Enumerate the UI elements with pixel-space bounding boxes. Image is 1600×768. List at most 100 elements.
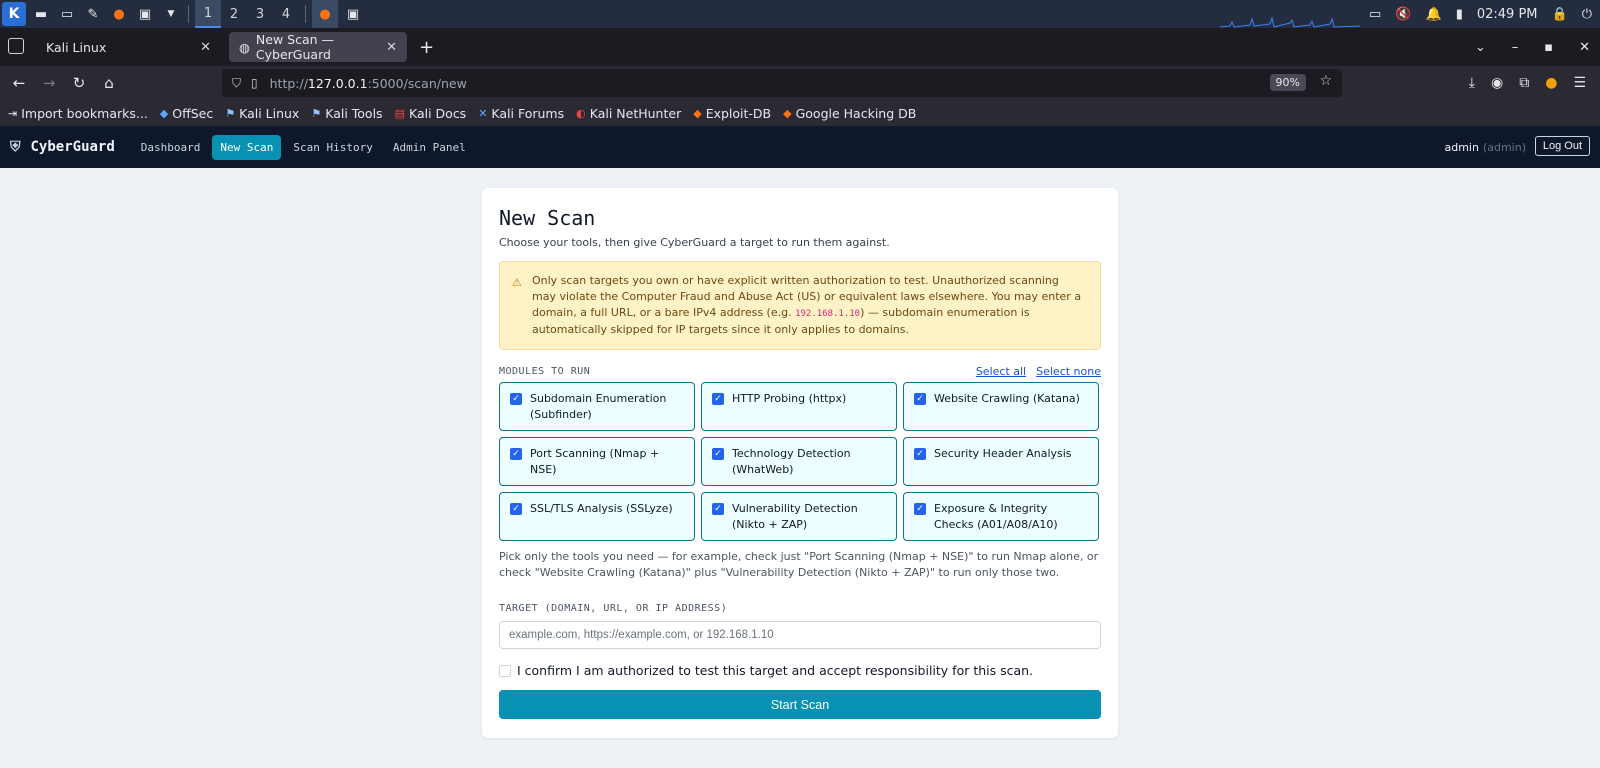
mute-icon[interactable]: 🔇 xyxy=(1395,7,1411,22)
module-option[interactable]: ✓ Port Scanning (Nmap + NSE) xyxy=(499,437,695,486)
warning-icon: ⚠ xyxy=(512,276,522,289)
bookmark-item[interactable]: ◐ Kali NetHunter xyxy=(576,106,681,121)
checkbox-checked-icon[interactable]: ✓ xyxy=(914,448,926,460)
target-input[interactable]: example.com, https://example.com, or 192… xyxy=(499,621,1101,649)
checkbox-checked-icon[interactable]: ✓ xyxy=(914,393,926,405)
module-option[interactable]: ✓ Security Header Analysis xyxy=(903,437,1099,486)
menu-icon[interactable]: ☰ xyxy=(1573,75,1586,91)
module-option[interactable]: ✓ Vulnerability Detection (Nikto + ZAP) xyxy=(701,492,897,541)
panel-separator xyxy=(188,5,189,23)
close-icon[interactable]: ✕ xyxy=(200,40,211,55)
url-prefix: http:// xyxy=(269,75,308,91)
confirm-label: I confirm I am authorized to test this t… xyxy=(517,663,1034,678)
chevron-down-icon[interactable]: ▼ xyxy=(160,4,182,24)
bookmark-item[interactable]: ⇥ Import bookmarks... xyxy=(8,106,148,121)
chevron-down-icon[interactable]: ⌄ xyxy=(1475,40,1486,55)
checkbox-checked-icon[interactable]: ✓ xyxy=(510,448,522,460)
kali-menu-icon[interactable]: K xyxy=(2,2,26,26)
bookmark-item[interactable]: ⚑ Kali Tools xyxy=(311,106,382,121)
page-subtitle: Choose your tools, then give CyberGuard … xyxy=(499,236,890,249)
module-option[interactable]: ✓ Technology Detection (WhatWeb) xyxy=(701,437,897,486)
forums-icon: ✕ xyxy=(478,106,488,120)
minimize-icon[interactable]: – xyxy=(1512,40,1519,55)
back-icon[interactable]: ← xyxy=(4,74,34,92)
terminal-launcher-icon[interactable]: ▣ xyxy=(134,4,156,24)
checkbox-checked-icon[interactable]: ✓ xyxy=(712,393,724,405)
extensions-icon[interactable]: ⧉ xyxy=(1519,75,1529,91)
user-role: (admin) xyxy=(1482,140,1526,154)
tab-new-scan[interactable]: ◍ New Scan — CyberGuard ✕ xyxy=(229,32,407,62)
close-icon[interactable]: ✕ xyxy=(386,40,397,55)
confirm-checkbox[interactable] xyxy=(499,664,511,677)
bookmark-item[interactable]: ⚑ Kali Linux xyxy=(225,106,299,121)
maximize-icon[interactable]: ▪ xyxy=(1544,40,1553,55)
zoom-level[interactable]: 90% xyxy=(1269,74,1306,91)
modules-hint: Pick only the tools you need — for examp… xyxy=(499,550,1099,579)
shield-icon: ⛨ xyxy=(10,139,21,155)
tab-list-icon[interactable] xyxy=(8,38,24,54)
battery-icon[interactable]: ▮ xyxy=(1456,7,1463,22)
authorization-confirm[interactable]: I confirm I am authorized to test this t… xyxy=(499,663,1101,678)
download-icon[interactable]: ⤓ xyxy=(1469,75,1475,91)
module-option[interactable]: ✓ Website Crawling (Katana) xyxy=(903,382,1099,431)
bookmark-item[interactable]: ◆ OffSec xyxy=(160,106,213,121)
new-tab-icon[interactable]: + xyxy=(419,37,434,58)
module-option[interactable]: ✓ HTTP Probing (httpx) xyxy=(701,382,897,431)
tab-kali-linux[interactable]: Kali Linux ✕ xyxy=(36,32,221,62)
start-scan-button[interactable]: Start Scan xyxy=(499,690,1101,719)
firefox-view-icon[interactable]: ● xyxy=(1545,75,1557,91)
nav-scan-history[interactable]: Scan History xyxy=(285,135,380,160)
reload-icon[interactable]: ↻ xyxy=(64,74,94,92)
module-option[interactable]: ✓ Exposure & Integrity Checks (A01/A08/A1… xyxy=(903,492,1099,541)
checkbox-checked-icon[interactable]: ✓ xyxy=(510,503,522,515)
workspace-4[interactable]: 4 xyxy=(273,0,299,28)
bookmark-star-icon[interactable]: ☆ xyxy=(1319,73,1332,89)
panel-separator xyxy=(305,5,306,23)
notification-bell-icon[interactable]: 🔔 xyxy=(1426,7,1442,22)
url-text: http://127.0.0.1:5000/scan/new xyxy=(270,76,467,91)
nethunter-icon: ◐ xyxy=(576,106,586,120)
workspace-2[interactable]: 2 xyxy=(221,0,247,28)
shield-icon[interactable]: ⛉ xyxy=(232,76,241,91)
bookmark-item[interactable]: ✕ Kali Forums xyxy=(478,106,564,121)
workspace-3[interactable]: 3 xyxy=(247,0,273,28)
text-editor-icon[interactable]: ✎ xyxy=(82,4,104,24)
workspace-1[interactable]: 1 xyxy=(195,0,221,28)
logout-button[interactable]: Log Out xyxy=(1534,136,1590,156)
lock-icon[interactable]: 🔒 xyxy=(1552,7,1568,22)
module-option[interactable]: ✓ Subdomain Enumeration (Subfinder) xyxy=(499,382,695,431)
checkbox-checked-icon[interactable]: ✓ xyxy=(712,503,724,515)
terminal-window-icon[interactable]: ▣ xyxy=(342,4,364,24)
bookmark-item[interactable]: ◆ Google Hacking DB xyxy=(783,106,916,121)
brand[interactable]: ⛨ CyberGuard xyxy=(10,139,115,155)
firefox-window-icon[interactable]: ● xyxy=(312,0,338,28)
bookmark-item[interactable]: ◆ Exploit-DB xyxy=(693,106,771,121)
bookmark-label: OffSec xyxy=(172,105,214,121)
select-none-link[interactable]: Select none xyxy=(1036,365,1101,378)
checkbox-checked-icon[interactable]: ✓ xyxy=(914,503,926,515)
close-window-icon[interactable]: ✕ xyxy=(1579,40,1590,55)
clock[interactable]: 02:49 PM xyxy=(1477,7,1538,22)
select-all-link[interactable]: Select all xyxy=(976,365,1026,378)
offsec-icon: ◆ xyxy=(159,106,169,120)
url-bar[interactable]: ⛉ ▯ http://127.0.0.1:5000/scan/new 90% ☆ xyxy=(222,69,1342,97)
nav-dashboard[interactable]: Dashboard xyxy=(133,135,209,160)
checkbox-checked-icon[interactable]: ✓ xyxy=(510,393,522,405)
home-icon[interactable]: ⌂ xyxy=(94,74,124,92)
account-icon[interactable]: ◉ xyxy=(1491,75,1503,91)
display-icon[interactable]: ▭ xyxy=(1369,7,1381,22)
file-manager-icon[interactable]: ▭ xyxy=(56,4,78,24)
bookmark-item[interactable]: ▤ Kali Docs xyxy=(395,106,467,121)
tab-label: Kali Linux xyxy=(46,39,107,55)
desktop-icon[interactable]: ▬ xyxy=(30,4,52,24)
nav-admin-panel[interactable]: Admin Panel xyxy=(385,135,474,160)
power-icon[interactable]: ⏻ xyxy=(1582,7,1592,22)
firefox-launcher-icon[interactable]: ● xyxy=(108,4,130,24)
module-option[interactable]: ✓ SSL/TLS Analysis (SSLyze) xyxy=(499,492,695,541)
forward-icon[interactable]: → xyxy=(34,74,64,92)
bookmark-label: Kali Linux xyxy=(239,105,300,121)
browser-nav-bar: ← → ↻ ⌂ ⛉ ▯ http://127.0.0.1:5000/scan/n… xyxy=(0,66,1600,100)
module-label: Security Header Analysis xyxy=(934,447,1072,460)
nav-new-scan[interactable]: New Scan xyxy=(212,134,282,160)
checkbox-checked-icon[interactable]: ✓ xyxy=(712,448,724,460)
